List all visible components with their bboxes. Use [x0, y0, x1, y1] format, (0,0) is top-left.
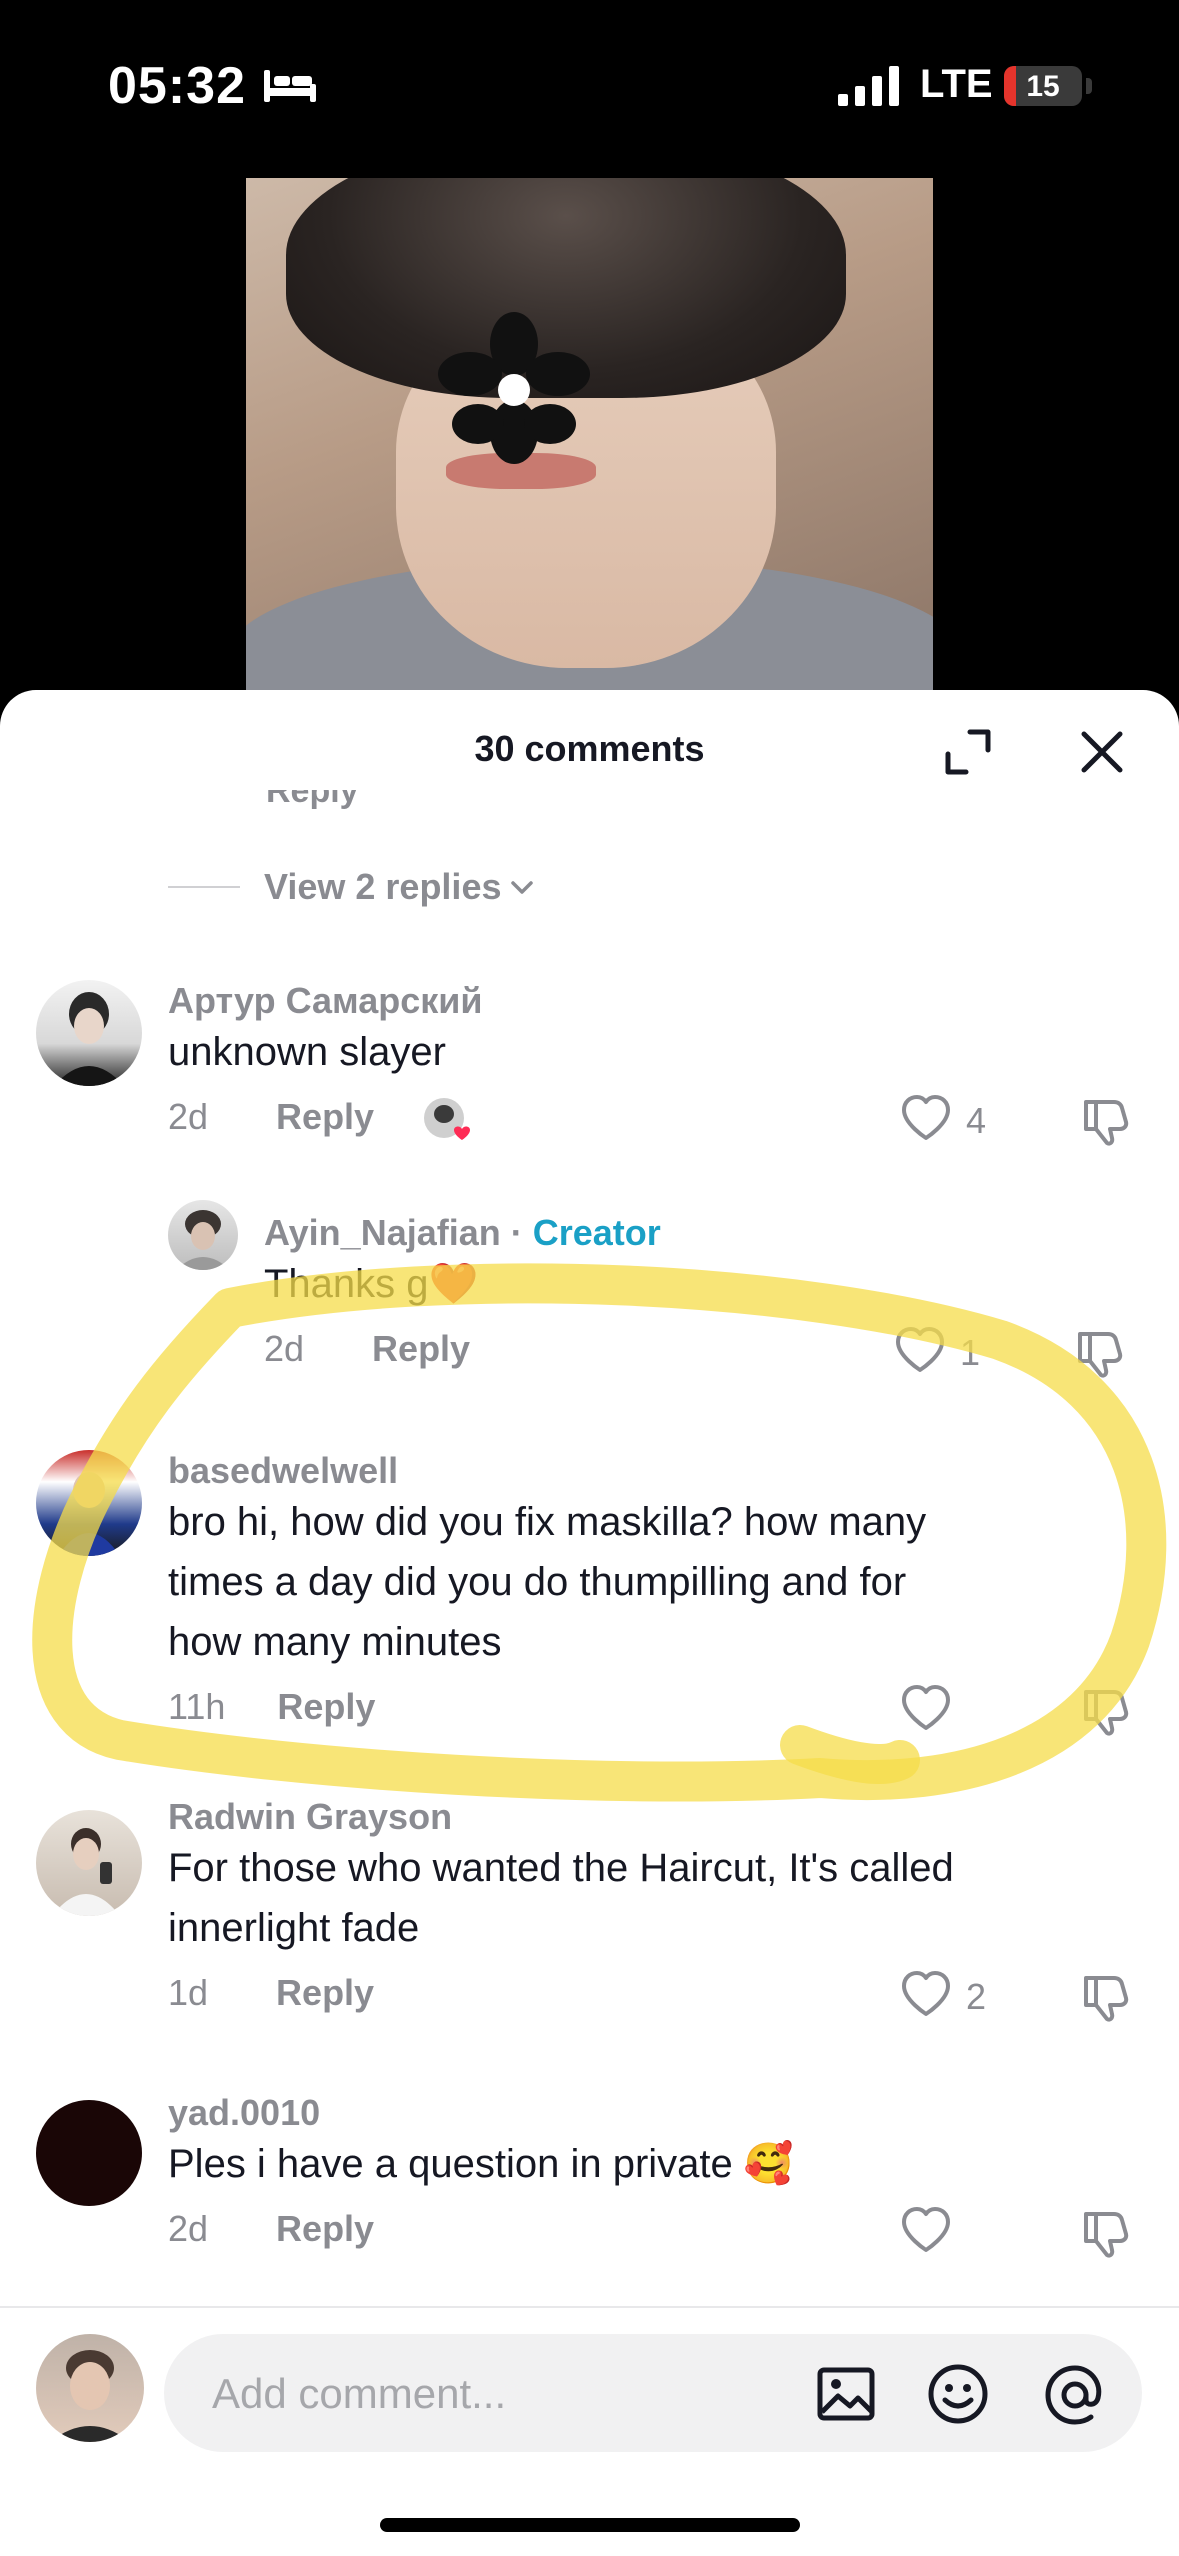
comment-input-bar: Add comment... — [0, 2306, 1179, 2556]
avatar[interactable] — [36, 1810, 142, 1916]
comment-time: 11h — [168, 1686, 226, 1727]
video-player[interactable] — [246, 178, 933, 698]
dislike-icon[interactable] — [1078, 1968, 1134, 2024]
comment-text: For those who wanted the Haircut, It's c… — [168, 1838, 954, 1958]
comments-sheet: 30 comments Reply View 2 replies Артур С… — [0, 690, 1179, 2556]
comment-text-line: how many minutes — [168, 1620, 502, 1664]
heart-icon[interactable] — [898, 1090, 954, 1146]
like-count: 1 — [960, 1332, 981, 1373]
comment-meta: 2d Reply — [264, 1328, 470, 1370]
user-avatar[interactable] — [36, 2334, 144, 2442]
image-icon[interactable] — [816, 2364, 876, 2424]
comment-text: Ples i have a question in private 🥰 — [168, 2142, 794, 2186]
battery-percent: 15 — [1026, 70, 1060, 103]
divider-line — [168, 886, 240, 888]
comment-item: basedwelwell bro hi, how did you fix mas… — [0, 1430, 1179, 1736]
comment-item: Артур Самарский unknown slayer 2d Reply 4 — [0, 960, 1179, 1146]
comment-text-line: bro hi, how did you fix maskilla? how ma… — [168, 1500, 927, 1544]
comment-username[interactable]: Radwin Grayson — [168, 1796, 452, 1838]
comment-username[interactable]: Артур Самарский — [168, 980, 483, 1022]
home-indicator[interactable] — [380, 2518, 800, 2532]
avatar[interactable] — [168, 1200, 238, 1270]
creator-badge: Creator — [532, 1212, 661, 1253]
comment-text-line: times a day did you do thumpilling and f… — [168, 1560, 907, 1604]
reply-button[interactable]: Reply — [276, 1972, 374, 2013]
comment-text-line: innerlight fade — [168, 1906, 420, 1950]
comment-text: Thanks g❤️ — [264, 1262, 479, 1306]
partial-reply-label: Reply — [266, 790, 359, 810]
emoji-icon[interactable] — [926, 2362, 990, 2426]
avatar[interactable] — [36, 980, 142, 1086]
heart-icon[interactable] — [892, 1322, 948, 1378]
view-replies-button[interactable]: View 2 replies — [168, 862, 537, 912]
sheet-title: 30 comments — [474, 728, 705, 769]
at-icon[interactable] — [1042, 2362, 1108, 2428]
comment-meta: 2d Reply — [168, 2208, 374, 2250]
comment-time: 2d — [168, 1096, 209, 1137]
like-count: 4 — [966, 1100, 987, 1141]
comment-text-line: For those who wanted the Haircut, It's c… — [168, 1846, 954, 1890]
heart-icon[interactable] — [898, 1680, 954, 1736]
partial-comment-row: Reply — [0, 790, 1179, 820]
reply-button[interactable]: Reply — [372, 1328, 470, 1369]
comment-item: yad.0010 Ples i have a question in priva… — [0, 2080, 1179, 2280]
username-text: Ayin_Najafian — [264, 1212, 501, 1253]
like-count: 2 — [966, 1976, 987, 2017]
sheet-header: 30 comments — [0, 690, 1179, 800]
expand-icon[interactable] — [942, 726, 994, 778]
comment-meta: 1d Reply — [168, 1972, 374, 2014]
heart-icon[interactable] — [898, 2202, 954, 2258]
reply-item: Ayin_Najafian · Creator Thanks g❤️ 2d Rep… — [0, 1190, 1179, 1378]
reply-button[interactable]: Reply — [277, 1686, 375, 1727]
comment-input[interactable]: Add comment... — [164, 2334, 1142, 2452]
comment-time: 2d — [168, 2208, 209, 2249]
dislike-icon[interactable] — [1078, 1092, 1134, 1148]
comment-time: 2d — [264, 1328, 305, 1369]
chevron-down-icon — [511, 881, 534, 894]
comment-username[interactable]: Ayin_Najafian · Creator — [264, 1212, 661, 1254]
network-type: LTE — [920, 62, 993, 106]
comment-meta: 11h Reply — [168, 1686, 375, 1728]
close-icon[interactable] — [1076, 726, 1128, 778]
dislike-icon[interactable] — [1078, 2204, 1134, 2260]
flower-drawing — [438, 312, 590, 464]
comment-username[interactable]: basedwelwell — [168, 1450, 398, 1492]
comment-time: 1d — [168, 1972, 209, 2013]
creator-liked-badge — [422, 1096, 474, 1148]
avatar[interactable] — [36, 2100, 142, 2206]
battery-indicator: 15 — [1004, 66, 1082, 106]
bed-icon — [264, 70, 316, 102]
comment-input-placeholder: Add comment... — [212, 2370, 507, 2417]
reply-button[interactable]: Reply — [276, 1096, 374, 1137]
comment-item: Radwin Grayson For those who wanted the … — [0, 1790, 1179, 2030]
comment-meta: 2d Reply — [168, 1096, 374, 1138]
dislike-icon[interactable] — [1078, 1682, 1134, 1738]
comment-username[interactable]: yad.0010 — [168, 2092, 320, 2134]
battery-cap — [1086, 78, 1092, 94]
status-bar: 05:32 LTE 15 — [0, 0, 1179, 170]
signal-icon — [838, 66, 899, 106]
comment-text: unknown slayer — [168, 1030, 446, 1074]
dislike-icon[interactable] — [1072, 1324, 1128, 1380]
heart-icon[interactable] — [898, 1966, 954, 2022]
separator: · — [500, 1212, 533, 1253]
view-replies-label: View 2 replies — [264, 866, 502, 907]
avatar[interactable] — [36, 1450, 142, 1556]
comment-text: bro hi, how did you fix maskilla? how ma… — [168, 1492, 926, 1672]
reply-button[interactable]: Reply — [276, 2208, 374, 2249]
status-time: 05:32 — [108, 57, 246, 115]
